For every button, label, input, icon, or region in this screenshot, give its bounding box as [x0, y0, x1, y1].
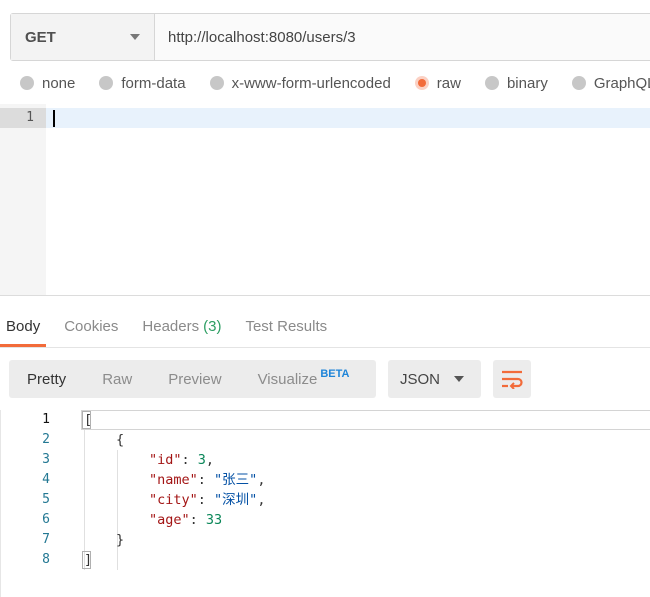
text-cursor [53, 110, 55, 127]
beta-badge: BETA [320, 367, 350, 380]
tab-body[interactable]: Body [0, 308, 47, 347]
body-type-binary[interactable]: binary [484, 74, 548, 92]
wrap-lines-icon [502, 370, 523, 389]
json-key: "city" [149, 492, 198, 508]
line-number: 6 [42, 512, 50, 527]
code-line: 1 [ [0, 410, 650, 430]
editor-gutter [0, 104, 46, 295]
tab-label: Test Results [245, 317, 328, 335]
body-type-form-data[interactable]: form-data [99, 74, 186, 92]
chevron-down-icon [130, 34, 140, 40]
tab-label: Cookies [64, 317, 119, 335]
current-line-box [81, 410, 650, 430]
body-type-urlencoded[interactable]: x-www-form-urlencoded [209, 74, 391, 92]
json-comma: , [257, 472, 266, 488]
tab-test-results[interactable]: Test Results [239, 308, 333, 344]
body-type-options: none form-data x-www-form-urlencoded raw… [20, 72, 650, 94]
json-string: "张三" [214, 472, 258, 488]
code-text: { [116, 432, 125, 448]
code-line: 2 { [0, 430, 650, 450]
line-number: 7 [42, 532, 50, 547]
body-type-raw[interactable]: raw [414, 74, 461, 92]
view-visualize-button[interactable]: Visualize BETA [240, 367, 368, 388]
line-number: 4 [42, 472, 50, 487]
code-line: 5 "city": "深圳", [0, 490, 650, 510]
code-text: } [116, 532, 125, 548]
active-line-highlight [0, 108, 650, 128]
request-body-editor[interactable]: 1 [0, 104, 650, 295]
code-line: 8 ] [0, 550, 650, 570]
view-pretty-button[interactable]: Pretty [9, 371, 84, 388]
radio-icon [20, 76, 34, 90]
line-number: 8 [42, 552, 50, 567]
line-number: 1 [26, 110, 34, 125]
json-key: "age" [149, 512, 190, 528]
line-number: 3 [42, 452, 50, 467]
view-mode-toolbar: Pretty Raw Preview Visualize BETA [9, 360, 376, 398]
json-comma: , [257, 492, 266, 508]
radio-selected-icon [414, 76, 429, 90]
code-text: "city": "深圳", [149, 490, 265, 510]
format-label: JSON [400, 370, 441, 388]
headers-count-badge: (3) [203, 317, 222, 335]
json-colon: : [197, 492, 215, 508]
url-text: http://localhost:8080/users/3 [168, 28, 356, 46]
body-type-label: GraphQL [593, 74, 650, 92]
body-type-none[interactable]: none [20, 75, 75, 92]
json-key: "name" [149, 472, 198, 488]
body-type-label: binary [506, 74, 548, 92]
tab-headers[interactable]: Headers (3) [136, 308, 227, 344]
body-type-label: raw [436, 74, 461, 92]
radio-icon [484, 76, 499, 90]
radio-icon [571, 76, 586, 90]
code-line: 3 "id": 3, [0, 450, 650, 470]
json-colon: : [197, 472, 215, 488]
line-number: 1 [42, 412, 50, 427]
pane-divider[interactable] [0, 295, 650, 296]
line-number: 2 [42, 432, 50, 447]
json-number: 3 [197, 452, 206, 468]
json-colon: : [189, 512, 206, 528]
body-type-label: form-data [121, 74, 186, 92]
url-input[interactable]: http://localhost:8080/users/3 [155, 14, 650, 60]
request-url-bar: GET http://localhost:8080/users/3 [10, 13, 650, 61]
body-type-label: x-www-form-urlencoded [231, 74, 391, 92]
method-label: GET [25, 28, 56, 46]
method-select[interactable]: GET [11, 14, 155, 60]
wrap-lines-button[interactable] [493, 360, 531, 398]
response-tabs: Body Cookies Headers (3) Test Results [0, 308, 345, 348]
code-line: 7 } [0, 530, 650, 550]
response-body-viewer[interactable]: 1 [ 2 { 3 "id": 3, 4 "name": "张三", 5 "ci… [0, 410, 650, 597]
code-text: "id": 3, [149, 450, 214, 470]
line-number: 5 [42, 492, 50, 507]
visualize-label: Visualize [257, 370, 318, 388]
json-key: "id" [149, 452, 182, 468]
body-type-graphql[interactable]: GraphQL [571, 74, 650, 92]
json-number: 33 [205, 512, 223, 528]
view-raw-button[interactable]: Raw [84, 371, 150, 388]
code-text: ] [84, 552, 93, 568]
tab-cookies[interactable]: Cookies [58, 308, 124, 344]
json-string: "深圳" [214, 492, 258, 508]
body-type-label: none [42, 74, 76, 92]
code-text: [ [84, 412, 93, 428]
tabs-underline [0, 347, 650, 348]
json-comma: , [205, 452, 215, 468]
code-text: "age": 33 [149, 510, 222, 530]
tab-label: Body [6, 317, 41, 335]
view-preview-button[interactable]: Preview [150, 371, 239, 388]
chevron-down-icon [454, 376, 464, 382]
tab-label: Headers [142, 317, 200, 335]
json-colon: : [181, 452, 198, 468]
code-text: "name": "张三", [149, 470, 265, 490]
radio-icon [99, 76, 114, 90]
code-line: 6 "age": 33 [0, 510, 650, 530]
radio-icon [209, 76, 224, 90]
code-line: 4 "name": "张三", [0, 470, 650, 490]
format-select[interactable]: JSON [388, 360, 481, 398]
